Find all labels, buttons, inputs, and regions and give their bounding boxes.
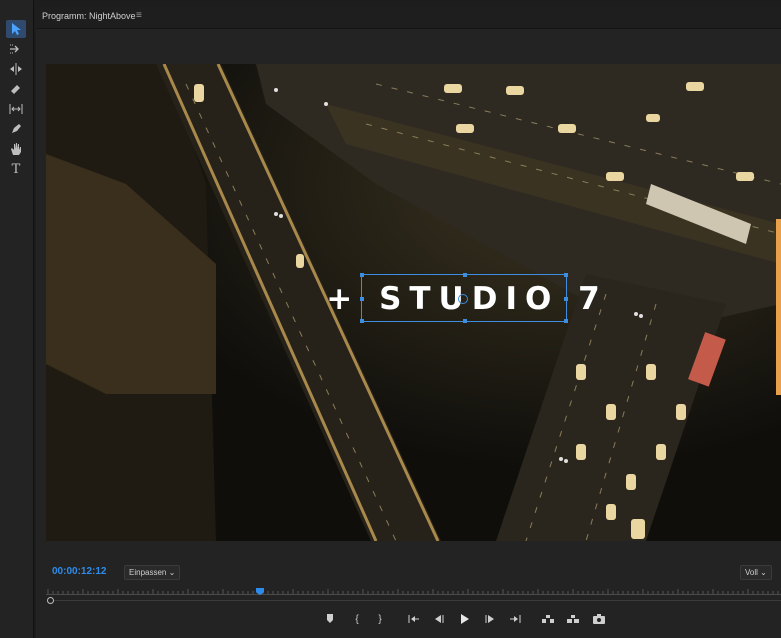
handle-right[interactable] <box>564 297 568 301</box>
handle-left[interactable] <box>360 297 364 301</box>
mark-out-button[interactable]: } <box>372 612 388 626</box>
handle-top[interactable] <box>463 273 467 277</box>
arrow-icon <box>12 23 21 35</box>
fit-dropdown-label: Einpassen <box>129 568 167 577</box>
ripple-edit-tool[interactable] <box>6 60 26 78</box>
title-selection-box[interactable]: + STUDIO 7 <box>326 273 600 323</box>
handle-bottom[interactable] <box>463 319 467 323</box>
play-button[interactable] <box>456 612 472 626</box>
ruler-baseline <box>46 594 781 595</box>
zoom-scroll-handle[interactable] <box>47 597 54 604</box>
handle-top-right[interactable] <box>564 273 568 277</box>
handle-bottom-right[interactable] <box>564 319 568 323</box>
go-to-in-icon <box>408 615 419 623</box>
quality-dropdown-label: Voll <box>745 568 758 577</box>
step-forward-icon <box>485 615 494 623</box>
razor-tool[interactable] <box>6 80 26 98</box>
panel-header: Programm: NightAbove ≡ <box>36 6 781 29</box>
hand-icon <box>11 143 21 155</box>
mark-out-icon: } <box>378 613 382 625</box>
time-ruler[interactable] <box>46 588 781 596</box>
type-icon: T <box>11 161 21 177</box>
step-forward-button[interactable] <box>482 612 498 626</box>
step-back-button[interactable] <box>431 612 447 626</box>
camera-icon <box>593 614 605 624</box>
hamburger-icon[interactable]: ≡ <box>136 10 142 21</box>
chevron-down-icon: ⌄ <box>760 568 767 577</box>
mark-in-button[interactable]: { <box>349 612 365 626</box>
handle-bottom-left[interactable] <box>360 319 364 323</box>
play-icon <box>461 614 469 624</box>
add-marker-button[interactable] <box>322 612 338 626</box>
marker-icon <box>327 614 333 623</box>
program-monitor: Programm: NightAbove ≡ + STUDIO 7 <box>36 6 781 638</box>
fit-dropdown[interactable]: Einpassen ⌄ <box>124 565 181 580</box>
razor-icon <box>11 85 20 94</box>
zoom-scroll-bar[interactable] <box>54 600 781 601</box>
hand-tool[interactable] <box>6 140 26 158</box>
ripple-edit-icon <box>10 63 22 75</box>
pen-tool[interactable] <box>6 120 26 138</box>
handle-top-left[interactable] <box>360 273 364 277</box>
chevron-down-icon: ⌄ <box>168 568 176 577</box>
edge-marker <box>776 219 781 395</box>
pen-icon <box>12 124 21 133</box>
slip-icon <box>9 104 23 114</box>
go-to-out-icon <box>510 615 521 623</box>
track-select-tool[interactable] <box>6 40 26 58</box>
step-back-icon <box>435 615 444 623</box>
go-to-out-button[interactable] <box>507 612 523 626</box>
go-to-in-button[interactable] <box>406 612 422 626</box>
slip-tool[interactable] <box>6 100 26 118</box>
extract-button[interactable] <box>565 612 581 626</box>
type-tool[interactable]: T <box>6 160 26 178</box>
anchor-point-icon[interactable] <box>458 294 468 304</box>
panel-title: Programm: NightAbove <box>42 11 136 21</box>
lift-button[interactable] <box>540 612 556 626</box>
track-select-icon <box>10 44 19 54</box>
mark-in-icon: { <box>355 613 359 625</box>
playhead-timecode[interactable]: 00:00:12:12 <box>52 566 106 577</box>
tools-panel: T <box>0 0 34 638</box>
export-frame-button[interactable] <box>591 612 607 626</box>
video-preview[interactable]: + STUDIO 7 <box>46 64 781 541</box>
lift-icon <box>542 615 554 623</box>
selection-tool[interactable] <box>6 20 26 38</box>
quality-dropdown[interactable]: Voll ⌄ <box>740 565 772 580</box>
extract-icon <box>567 615 579 623</box>
